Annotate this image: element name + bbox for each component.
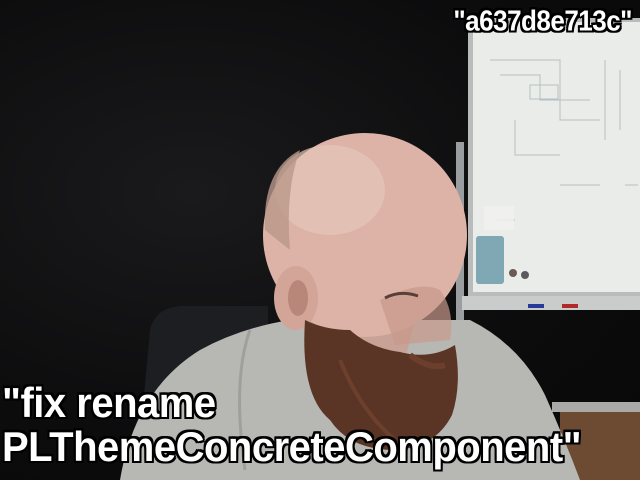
ear-inner: [288, 280, 308, 316]
whiteboard-tray: [462, 296, 640, 310]
whiteboard-base: [552, 402, 640, 412]
whiteboard-magnet-2: [521, 271, 529, 279]
whiteboard-magnet-1: [509, 269, 517, 277]
whiteboard-magnet-card: [476, 236, 504, 284]
message-caption-line-2: PLThemeConcreteComponent": [2, 424, 582, 471]
whiteboard-note: [484, 206, 514, 230]
id-tag-caption: "a637d8e713c": [453, 4, 632, 37]
marker-blue: [528, 304, 544, 308]
marker-red: [562, 304, 578, 308]
message-caption-line-1: "fix rename: [2, 380, 216, 427]
webcam-frame: "a637d8e713c" "fix rename PLThemeConcret…: [0, 0, 640, 480]
